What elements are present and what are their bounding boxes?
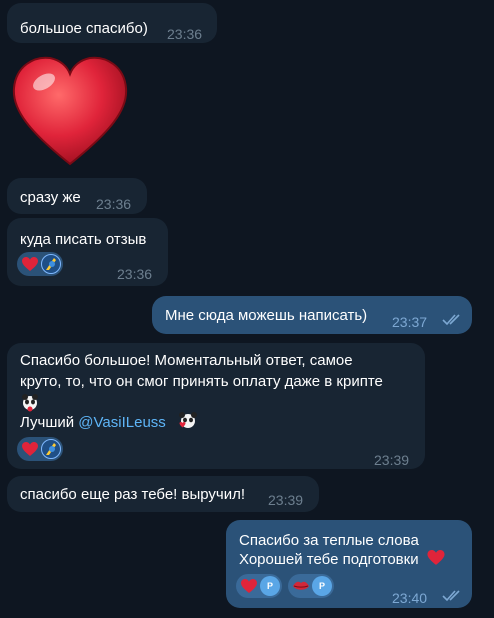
heart-icon xyxy=(20,254,40,274)
reaction-lips[interactable]: P xyxy=(288,574,334,598)
reactions xyxy=(17,252,63,276)
panda-heart-emoji-icon xyxy=(177,410,199,432)
message-text: куда писать отзыв xyxy=(20,231,147,248)
message-time: 23:39 xyxy=(268,492,304,508)
heart-icon xyxy=(239,576,259,596)
message-bubble-incoming[interactable]: большое спасибо) 23:36 xyxy=(7,3,217,43)
message-bubble-incoming[interactable]: сразу же 23:36 xyxy=(7,178,147,214)
reaction-heart[interactable] xyxy=(17,252,63,276)
message-bubble-incoming[interactable]: спасибо еще раз тебе! выручил! 23:39 xyxy=(7,476,319,512)
message-time: 23:37 xyxy=(392,314,428,330)
chat-area[interactable]: большое спасибо) 23:36 сразу же 23:36 ку… xyxy=(0,0,494,618)
lips-icon xyxy=(291,576,311,596)
message-text-line: круто, то, что он смог принять оплату да… xyxy=(20,373,383,390)
reactions: P P xyxy=(236,574,334,598)
message-text-line: Лучший @VasiILeuss xyxy=(20,413,166,433)
message-text: спасибо еще раз тебе! выручил! xyxy=(20,486,246,503)
message-text-line: Хорошей тебе подготовки xyxy=(239,550,445,570)
message-time: 23:36 xyxy=(167,26,203,42)
message-time: 23:40 xyxy=(392,590,428,606)
mention-link[interactable]: @VasiILeuss xyxy=(78,414,166,431)
heart-emoji-icon xyxy=(427,550,445,566)
message-time: 23:36 xyxy=(96,196,132,212)
message-text: сразу же xyxy=(20,189,81,206)
heart-icon xyxy=(20,439,40,459)
message-bubble-outgoing[interactable]: Спасибо за теплые слова Хорошей тебе под… xyxy=(226,520,472,608)
panda-emoji-icon xyxy=(20,392,40,412)
message-text-line: Спасибо за теплые слова xyxy=(239,532,419,549)
message-bubble-outgoing[interactable]: Мне сюда можешь написать) 23:37 xyxy=(152,296,472,334)
message-time: 23:36 xyxy=(117,266,153,282)
avatar-icon xyxy=(41,254,61,274)
text-prefix: Лучший xyxy=(20,414,79,431)
heart-icon xyxy=(12,56,128,166)
message-text-line2: Хорошей тебе подготовки xyxy=(239,551,419,568)
message-text: большое спасибо) xyxy=(20,20,148,37)
message-bubble-incoming[interactable]: куда писать отзыв 23:36 xyxy=(7,218,168,286)
message-text-line: Спасибо большое! Моментальный ответ, сам… xyxy=(20,352,353,369)
message-text: Мне сюда можешь написать) xyxy=(165,307,368,324)
heart-sticker[interactable] xyxy=(10,52,130,172)
double-check-icon xyxy=(442,314,460,326)
message-time: 23:39 xyxy=(374,452,410,468)
reactions xyxy=(17,437,63,461)
reaction-heart[interactable] xyxy=(17,437,63,461)
user-initial: P xyxy=(312,576,332,596)
message-bubble-incoming[interactable]: Спасибо большое! Моментальный ответ, сам… xyxy=(7,343,425,469)
avatar-icon xyxy=(41,439,61,459)
reaction-heart[interactable]: P xyxy=(236,574,282,598)
double-check-icon xyxy=(442,590,460,602)
user-initial: P xyxy=(260,576,280,596)
